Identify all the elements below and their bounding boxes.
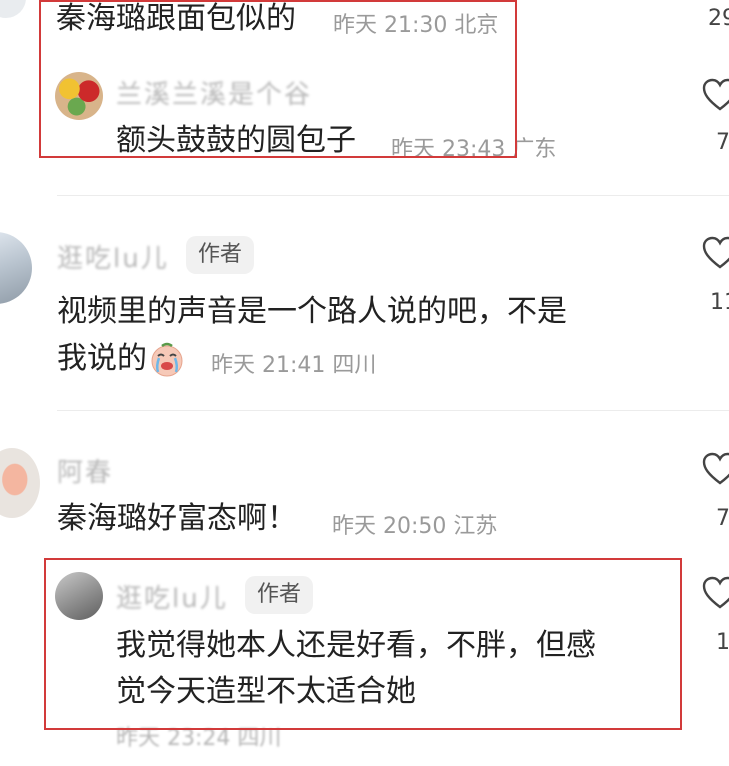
comment-text: 视频里的声音是一个路人说的吧，不是 — [57, 294, 567, 329]
avatar[interactable] — [0, 232, 32, 304]
divider — [57, 410, 729, 411]
crying-face-emoji — [151, 342, 183, 376]
like-count: 1 — [716, 630, 729, 655]
avatar[interactable] — [0, 448, 40, 518]
comment-text: 秦海璐好富态啊！ — [57, 501, 297, 536]
author-name[interactable]: 阿春 — [57, 452, 113, 489]
like-count: 7 — [716, 506, 729, 531]
heart-outline-icon[interactable] — [702, 576, 729, 610]
author-badge: 作者 — [186, 236, 255, 274]
like-count: 29 — [708, 6, 729, 31]
heart-outline-icon[interactable] — [702, 236, 729, 270]
comment-meta: 昨天 20:50 江苏 — [332, 514, 498, 539]
author-name[interactable]: 逛吃lu儿 — [57, 238, 169, 275]
comment-text-fragment: 我说的 — [57, 341, 147, 376]
heart-outline-icon[interactable] — [702, 452, 729, 486]
comment-meta: 昨天 21:41 四川 — [211, 353, 377, 378]
avatar-partial-top[interactable] — [0, 0, 26, 18]
like-count: 7 — [716, 130, 729, 155]
highlight-box — [44, 558, 682, 730]
highlight-box — [39, 0, 517, 158]
like-count: 11 — [710, 290, 729, 315]
divider — [57, 195, 729, 196]
comment-text-line2: 我说的 — [57, 340, 185, 378]
heart-outline-icon[interactable] — [702, 78, 729, 112]
